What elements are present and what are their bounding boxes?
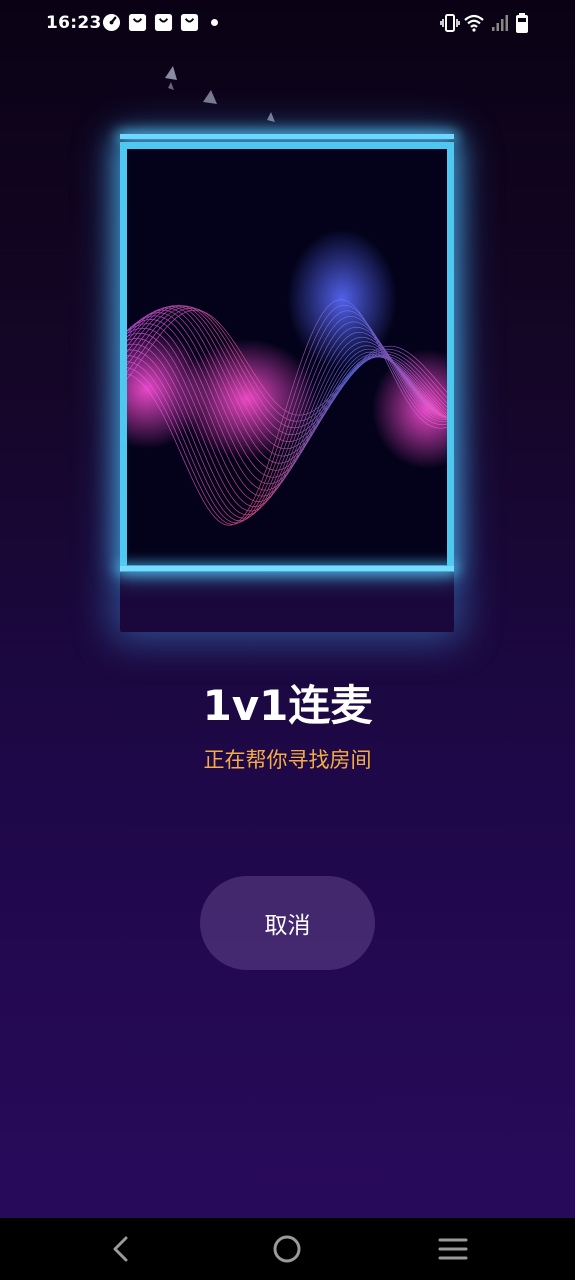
vibrate-icon [440,14,460,32]
shopping-bag-icon [154,13,173,32]
frame-top-bar [120,134,454,139]
home-icon[interactable] [270,1232,304,1266]
dot-icon [211,19,218,26]
wifi-icon [464,14,484,32]
status-bar: 16:23 [0,0,575,48]
signal-icon [492,15,508,31]
menu-icon[interactable] [436,1232,470,1266]
speedometer-icon [102,13,121,32]
status-time: 16:23 [46,13,102,33]
waveform-frame [120,134,454,632]
navigation-bar [0,1218,575,1280]
cancel-button-label: 取消 [264,913,311,939]
sparkle-particles [165,66,275,122]
cancel-button[interactable]: 取消 [200,876,375,970]
frame-bottom-bar [120,566,454,571]
matching-status-text: 正在帮你寻找房间 [203,748,372,772]
sound-wave-image [127,149,447,565]
matching-animation [100,60,480,660]
shopping-bag-icon [180,13,199,32]
frame-border [120,142,454,572]
shopping-bag-icon [128,13,147,32]
back-icon[interactable] [104,1232,138,1266]
screen: 16:23 1v1连麦 正在帮你寻找房间 取消 [0,0,575,1218]
page-title: 1v1连麦 [202,681,373,730]
battery-icon [516,13,528,33]
